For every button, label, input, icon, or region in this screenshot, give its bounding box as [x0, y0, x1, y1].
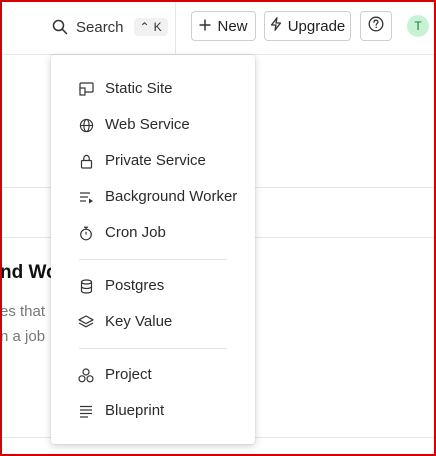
menu-item-label: Postgres: [105, 277, 165, 294]
menu-item-label: Private Service: [105, 152, 206, 169]
search-icon: [52, 19, 68, 35]
page-description: n a job: [0, 328, 46, 345]
menu-separator: [79, 348, 227, 349]
menu-separator: [79, 259, 227, 260]
topbar-divider: [175, 0, 176, 54]
menu-item-label: Project: [105, 366, 152, 383]
shortcut-modifier: ⌃: [139, 20, 150, 34]
top-bar: Search ⌃ K New Upgrade T: [0, 0, 436, 55]
search-button[interactable]: Search ⌃ K: [52, 16, 168, 38]
menu-item-label: Static Site: [105, 80, 173, 97]
shortcut-key: K: [153, 20, 162, 34]
lightning-icon: [270, 17, 282, 35]
menu-item-web-service[interactable]: Web Service: [51, 110, 255, 140]
menu-item-cron-job[interactable]: Cron Job: [51, 218, 255, 248]
blueprint-icon: [78, 403, 94, 419]
menu-item-project[interactable]: Project: [51, 360, 255, 390]
database-icon: [78, 278, 94, 294]
menu-item-label: Key Value: [105, 313, 173, 330]
menu-item-label: Web Service: [105, 116, 190, 133]
plus-icon: [199, 18, 211, 35]
menu-item-label: Background Worker: [105, 188, 238, 205]
help-button[interactable]: [360, 11, 392, 41]
upgrade-button[interactable]: Upgrade: [264, 11, 351, 41]
page-description: es that: [0, 303, 46, 320]
new-button-label: New: [217, 17, 248, 35]
new-dropdown-menu: Static Site Web Service Private Service: [51, 55, 255, 444]
menu-item-private-service[interactable]: Private Service: [51, 146, 255, 176]
avatar[interactable]: T: [407, 15, 429, 37]
new-button[interactable]: New: [191, 11, 256, 41]
static-site-icon: [78, 81, 94, 97]
search-shortcut: ⌃ K: [133, 18, 168, 36]
globe-icon: [78, 117, 94, 133]
page-heading: nd Wo: [0, 262, 58, 283]
menu-item-background-worker[interactable]: Background Worker: [51, 182, 255, 212]
search-label: Search: [76, 18, 124, 36]
stopwatch-icon: [78, 225, 94, 241]
menu-item-key-value[interactable]: Key Value: [51, 307, 255, 337]
menu-item-label: Cron Job: [105, 224, 166, 241]
lock-icon: [78, 153, 94, 169]
worker-icon: [78, 189, 94, 205]
layers-icon: [78, 314, 94, 330]
project-icon: [78, 367, 94, 383]
menu-item-static-site[interactable]: Static Site: [51, 74, 255, 104]
menu-item-label: Blueprint: [105, 402, 165, 419]
upgrade-button-label: Upgrade: [287, 17, 346, 35]
menu-item-blueprint[interactable]: Blueprint: [51, 396, 255, 426]
question-icon: [368, 16, 384, 36]
menu-item-postgres[interactable]: Postgres: [51, 271, 255, 301]
